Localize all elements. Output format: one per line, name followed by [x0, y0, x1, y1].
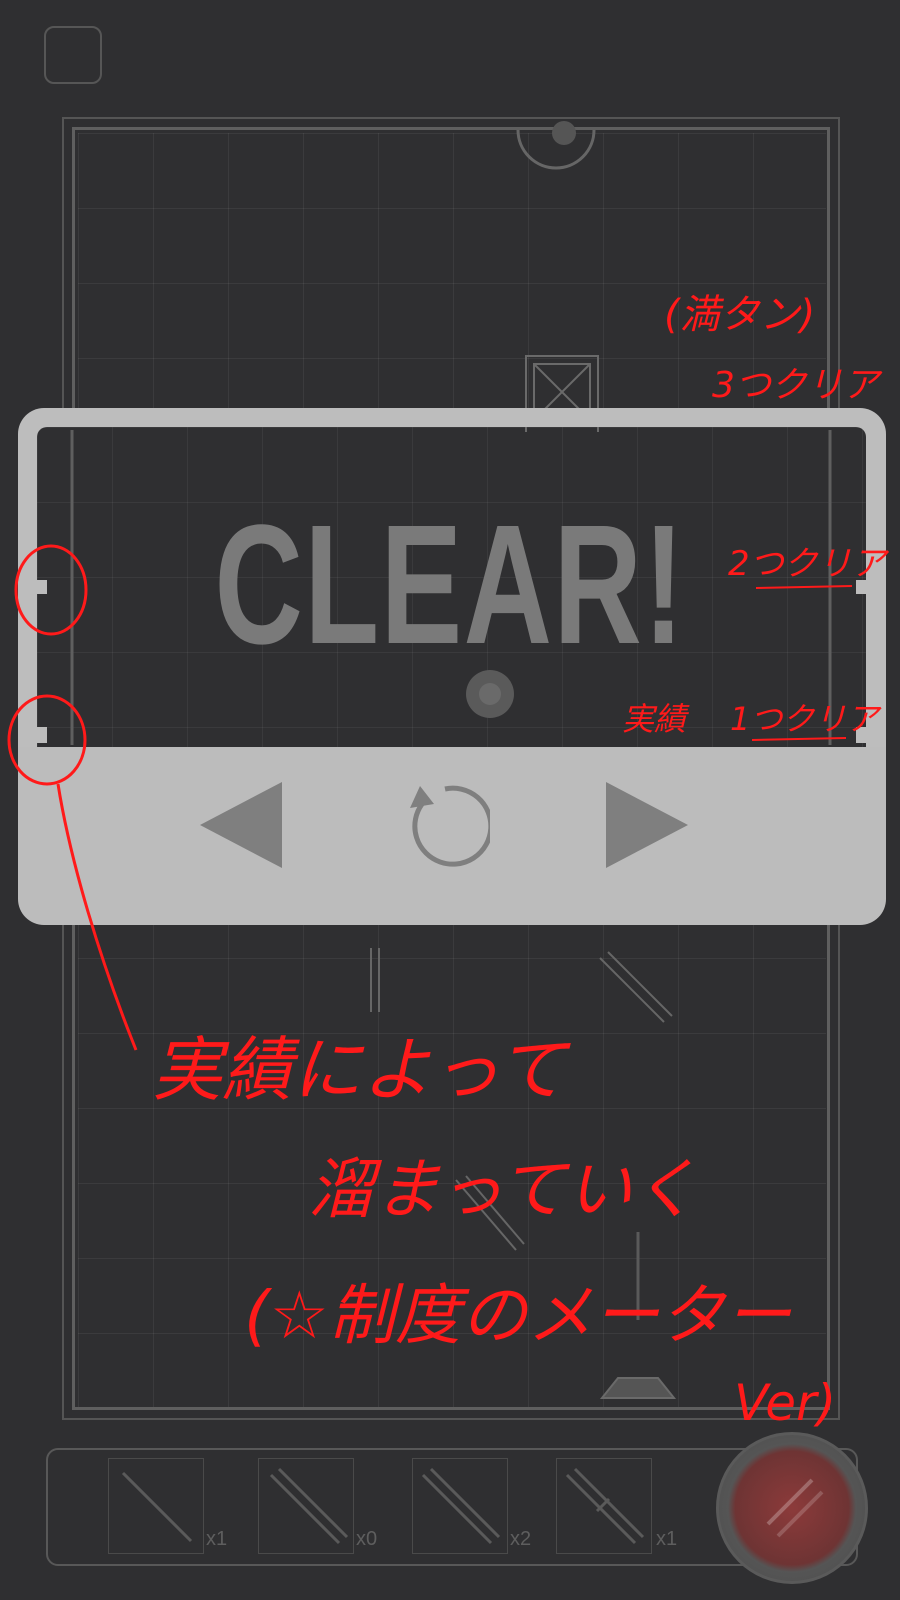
annotation-note-line1: 実績によって	[152, 1029, 567, 1111]
annotation-circle	[7, 694, 87, 786]
annotation-clear-1: 1つクリア	[730, 700, 879, 738]
annotation-underline	[755, 585, 853, 589]
annotation-circle	[14, 544, 88, 636]
annotation-clear-3: 3つクリア	[712, 365, 879, 406]
annotation-achievement: 実績	[622, 700, 687, 738]
annotation-marks	[7, 544, 853, 1051]
annotation-note-line2: 溜まっていく	[308, 1151, 699, 1228]
annotation-full-tank: (満タン)	[664, 292, 816, 338]
annotation-clear-2: 2つクリア	[728, 544, 886, 584]
annotation-note-line4: Ver)	[734, 1374, 837, 1432]
annotation-arrow-line	[56, 783, 138, 1051]
annotation-note-line3: (☆制度のメーター	[244, 1277, 791, 1354]
